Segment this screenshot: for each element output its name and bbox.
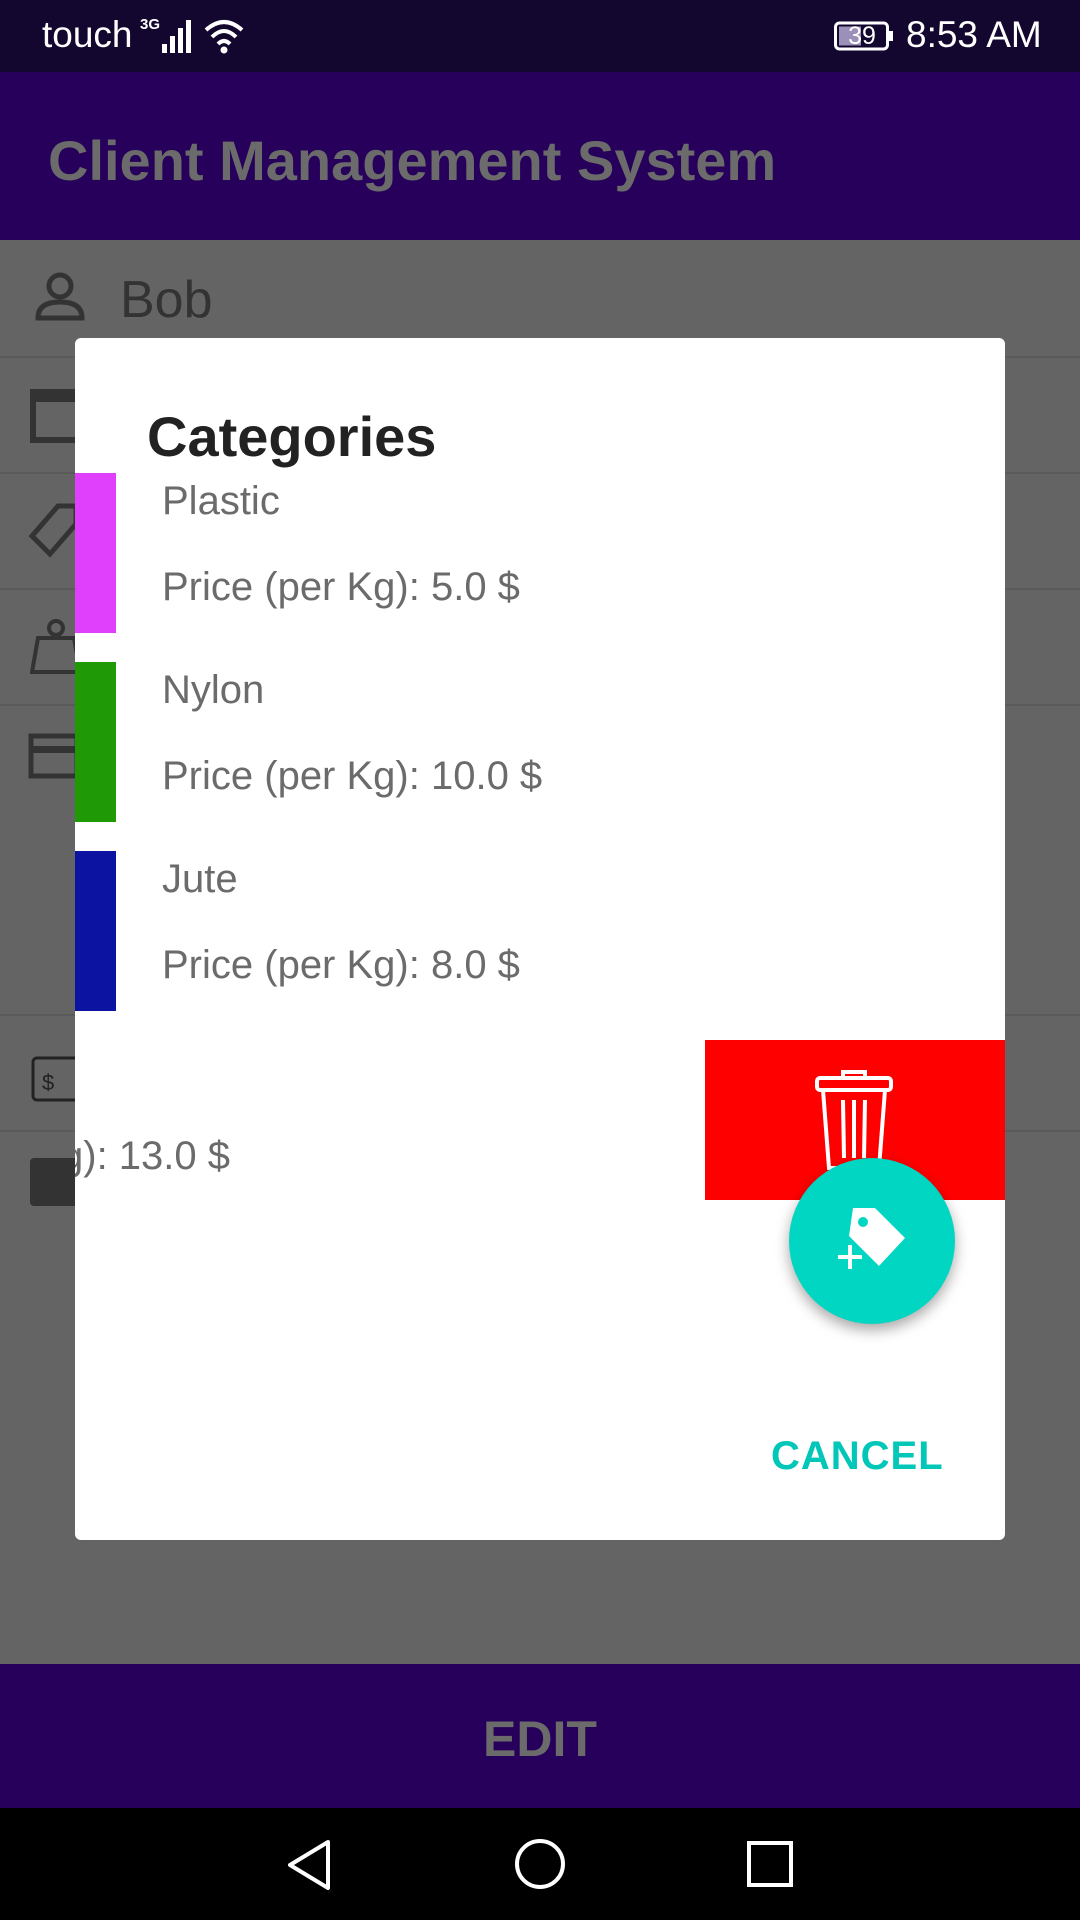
home-icon[interactable] [514, 1838, 566, 1890]
svg-text:$: $ [42, 1070, 54, 1095]
clock: 8:53 AM [906, 14, 1042, 55]
category-item-nylon[interactable]: Nylon Price (per Kg): 10.0 $ [75, 662, 1005, 822]
credit-card-icon [28, 733, 80, 779]
category-item-jute[interactable]: Jute Price (per Kg): 8.0 $ [75, 851, 1005, 1011]
category-color-swatch [75, 851, 116, 1011]
swiped-item-price[interactable]: g): 13.0 $ [75, 1134, 230, 1179]
status-bar: touch 3G 39 8:53 AM [0, 0, 1080, 72]
category-price: Price (per Kg): 5.0 $ [162, 565, 520, 609]
carrier-label: touch [42, 14, 133, 55]
add-category-button[interactable] [789, 1158, 955, 1324]
trash-icon [815, 1070, 893, 1170]
category-name: Jute [162, 857, 238, 901]
app-title: Client Management System [48, 129, 777, 192]
back-icon[interactable] [284, 1838, 334, 1892]
tag-icon [28, 503, 79, 558]
navigation-bar [0, 1808, 1080, 1920]
categories-dialog: Categories Plastic Price (per Kg): 5.0 $… [75, 338, 1005, 1540]
network-type: 3G [140, 16, 161, 33]
category-price: Price (per Kg): 8.0 $ [162, 943, 520, 987]
dialog-title: Categories [147, 405, 437, 468]
battery-level: 39 [848, 22, 876, 50]
edit-label: EDIT [483, 1711, 597, 1767]
app-bar: Client Management System [0, 72, 1080, 240]
wifi-icon [204, 20, 244, 54]
add-tag-icon [836, 1208, 905, 1271]
category-price: Price (per Kg): 10.0 $ [162, 754, 543, 798]
person-icon [35, 272, 85, 321]
category-color-swatch [75, 473, 116, 633]
client-name: Bob [120, 271, 213, 329]
cancel-button[interactable]: CANCEL [771, 1434, 944, 1479]
category-item-plastic[interactable]: Plastic Price (per Kg): 5.0 $ [75, 473, 1005, 633]
edit-button[interactable]: EDIT [0, 1664, 1080, 1808]
category-color-swatch [75, 662, 116, 822]
category-name: Nylon [162, 668, 265, 712]
recents-icon[interactable] [746, 1840, 794, 1888]
signal-icon [162, 20, 191, 53]
category-name: Plastic [162, 479, 280, 523]
